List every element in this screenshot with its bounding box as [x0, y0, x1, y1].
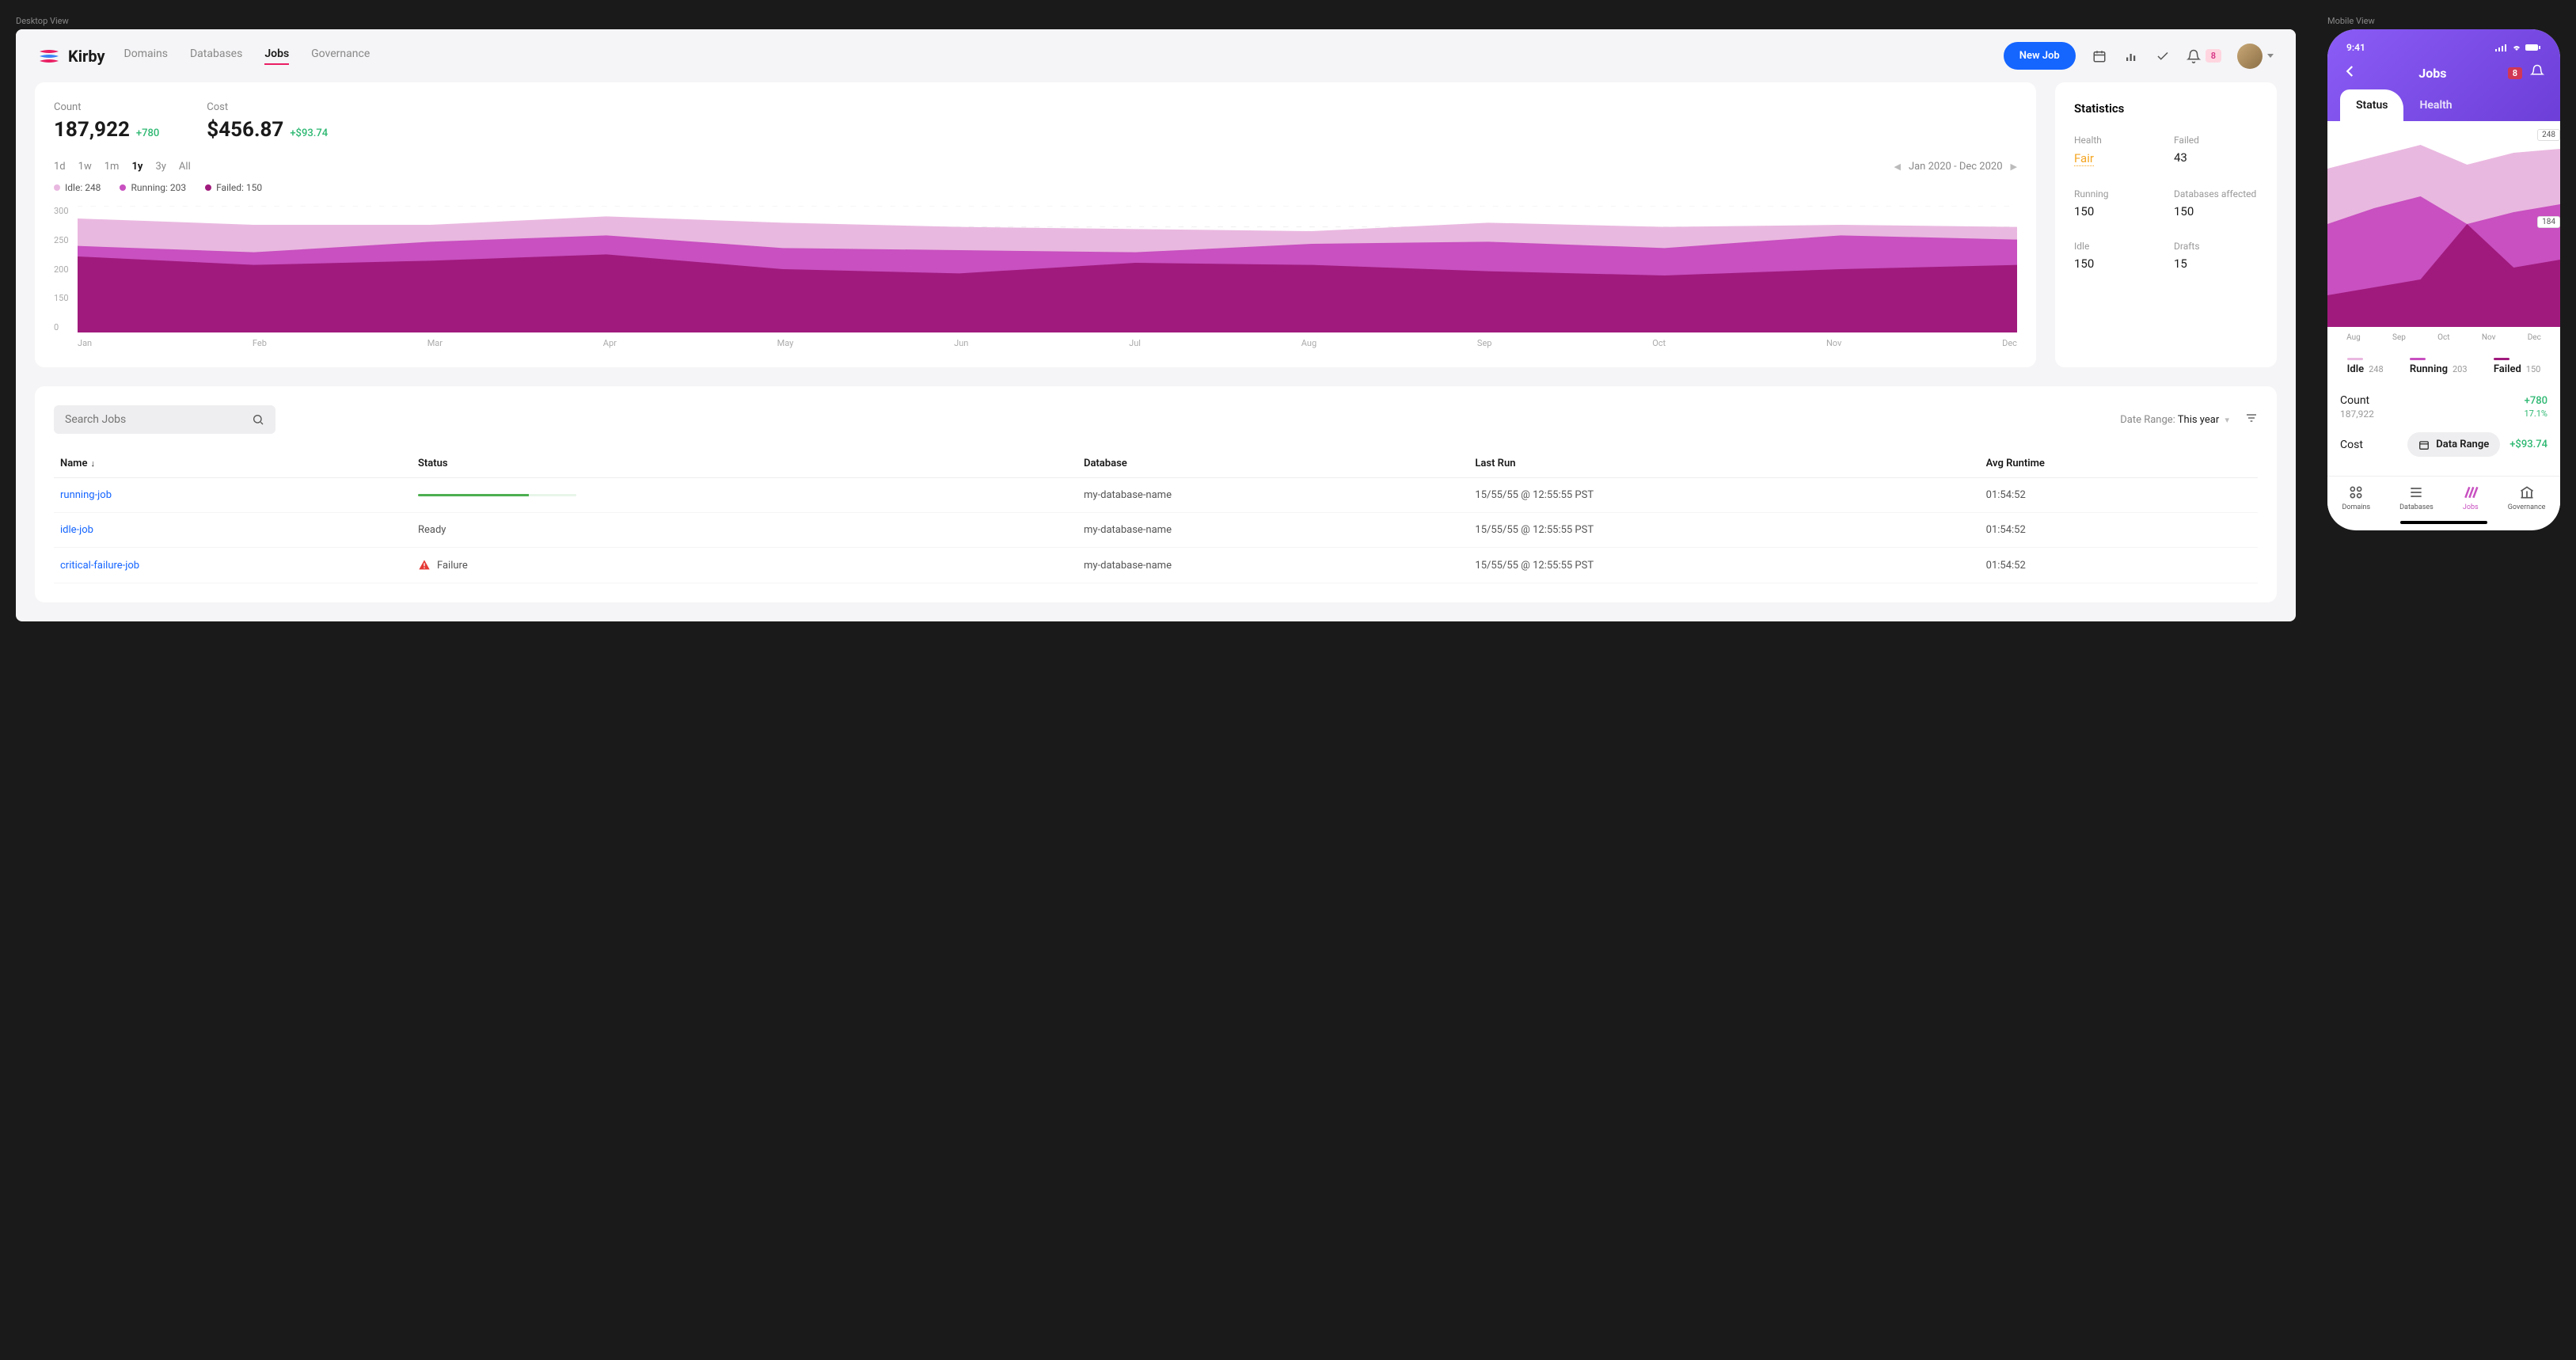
col-database[interactable]: Database — [1077, 450, 1468, 478]
legend-item: Idle248 — [2347, 358, 2384, 375]
table-row: critical-failure-job Failure my-database… — [54, 548, 2258, 583]
jobs-table: Name↓StatusDatabaseLast RunAvg Runtime r… — [54, 450, 2258, 583]
search-box[interactable] — [54, 405, 275, 434]
back-button[interactable] — [2343, 64, 2358, 82]
tab-status[interactable]: Status — [2340, 89, 2403, 121]
tabbar-jobs[interactable]: Jobs — [2463, 484, 2479, 511]
mobile-view-label: Mobile View — [2327, 16, 2560, 26]
jobs-table-card: Date Range: This year ▾ Name↓StatusDatab… — [35, 386, 2277, 602]
filter-icon[interactable] — [2245, 412, 2258, 427]
status-cell — [412, 478, 1077, 513]
stat-item: Idle150 — [2074, 241, 2158, 271]
stat-item: HealthFair — [2074, 135, 2158, 166]
range-tabs: 1d 1w 1m 1y 3y All — [54, 161, 191, 173]
job-link[interactable]: critical-failure-job — [60, 560, 139, 572]
notifications-button[interactable]: 8 — [2187, 49, 2221, 63]
range-1y[interactable]: 1y — [131, 161, 142, 173]
calendar-icon[interactable] — [2092, 48, 2107, 64]
topbar: Kirby Domains Databases Jobs Governance … — [16, 29, 2296, 82]
status-bar: 9:41 — [2340, 39, 2548, 56]
table-row: running-job my-database-name15/55/55 @ 1… — [54, 478, 2258, 513]
search-input[interactable] — [65, 413, 252, 426]
tabbar-databases[interactable]: Databases — [2399, 484, 2434, 511]
bell-icon[interactable] — [2530, 64, 2544, 82]
tab-health[interactable]: Health — [2403, 89, 2468, 121]
logo[interactable]: Kirby — [38, 47, 105, 66]
date-range-label: Jan 2020 - Dec 2020 — [1909, 161, 2003, 173]
page-title: Jobs — [2418, 66, 2446, 81]
range-all[interactable]: All — [179, 161, 191, 173]
range-1d[interactable]: 1d — [54, 161, 66, 173]
data-range-button[interactable]: Data Range — [2407, 432, 2500, 457]
stats-title: Statistics — [2074, 101, 2258, 116]
wifi-icon — [2511, 44, 2522, 51]
stat-item: Drafts15 — [2174, 241, 2258, 271]
chart-icon[interactable] — [2123, 48, 2139, 64]
col-last-run[interactable]: Last Run — [1468, 450, 1979, 478]
checkmark-icon[interactable] — [2155, 48, 2171, 64]
status-cell: Failure — [412, 548, 1077, 583]
user-menu[interactable] — [2237, 44, 2274, 69]
mobile-frame: 9:41 Jobs 8 Status Health — [2327, 29, 2560, 530]
stat-item: Failed43 — [2174, 135, 2258, 166]
nav-jobs[interactable]: Jobs — [264, 47, 289, 65]
chevron-down-icon — [2267, 54, 2274, 58]
mobile-tabbar: Domains Databases Jobs Governance — [2327, 476, 2560, 518]
date-next-button[interactable]: ▶ — [2011, 161, 2017, 172]
legend-item: Failed150 — [2494, 358, 2541, 375]
metric-count: Count 187,922 +780 — [54, 101, 159, 142]
stat-item: Databases affected150 — [2174, 188, 2258, 218]
chart-max-label: 248 — [2537, 129, 2560, 141]
nav-databases[interactable]: Databases — [190, 47, 242, 65]
count-value: 187,922 — [54, 118, 130, 142]
cost-delta: +$93.74 — [290, 127, 328, 139]
mobile-area-chart: 248 184 — [2327, 121, 2560, 327]
logo-icon — [38, 48, 60, 64]
metric-cost: Cost $456.87 +$93.74 — [207, 101, 328, 142]
range-1m[interactable]: 1m — [104, 161, 120, 173]
job-link[interactable]: idle-job — [60, 524, 93, 536]
legend-item: Running203 — [2410, 358, 2468, 375]
bell-icon — [2187, 49, 2201, 63]
chevron-down-icon: ▾ — [2225, 415, 2229, 425]
chart-legend: Idle: 248 Running: 203 Failed: 150 — [54, 182, 2017, 193]
area-chart: 3002502001500 JanFebMarAprMayJunJulAugSe… — [54, 206, 2017, 348]
alert-icon — [418, 559, 431, 572]
home-indicator — [2400, 521, 2487, 524]
tabbar-governance[interactable]: Governance — [2508, 484, 2546, 511]
cost-value: $456.87 — [207, 118, 283, 142]
stat-item: Running150 — [2074, 188, 2158, 218]
col-status[interactable]: Status — [412, 450, 1077, 478]
new-job-button[interactable]: New Job — [2004, 42, 2076, 70]
battery-icon — [2525, 44, 2541, 51]
chart-card: Count 187,922 +780 Cost $456.87 +$93.74 — [35, 82, 2036, 367]
col-avg-runtime[interactable]: Avg Runtime — [1980, 450, 2258, 478]
table-row: idle-job Ready my-database-name15/55/55 … — [54, 513, 2258, 548]
date-range-filter[interactable]: Date Range: This year ▾ — [2120, 414, 2229, 426]
nav-governance[interactable]: Governance — [311, 47, 370, 65]
signal-icon — [2495, 44, 2508, 51]
logo-text: Kirby — [68, 47, 105, 66]
mobile-metric-count: Count 187,922 +780 17.1% — [2340, 388, 2548, 426]
col-name[interactable]: Name↓ — [54, 450, 412, 478]
avatar — [2237, 44, 2263, 69]
range-1w[interactable]: 1w — [78, 161, 92, 173]
tabbar-domains[interactable]: Domains — [2342, 484, 2371, 511]
status-cell: Ready — [412, 513, 1077, 548]
notif-badge: 8 — [2508, 67, 2522, 79]
count-delta: +780 — [136, 127, 159, 139]
date-prev-button[interactable]: ◀ — [1894, 161, 1900, 172]
chart-mid-label: 184 — [2537, 216, 2560, 228]
desktop-frame: Kirby Domains Databases Jobs Governance … — [16, 29, 2296, 621]
search-icon — [252, 413, 264, 426]
nav-domains[interactable]: Domains — [124, 47, 168, 65]
notif-badge: 8 — [2206, 49, 2221, 63]
stats-card: Statistics HealthFair Failed43 Running150 D… — [2055, 82, 2277, 367]
range-3y[interactable]: 3y — [155, 161, 165, 173]
calendar-icon — [2418, 439, 2430, 450]
main-nav: Domains Databases Jobs Governance — [124, 47, 370, 65]
desktop-view-label: Desktop View — [16, 16, 2296, 26]
job-link[interactable]: running-job — [60, 489, 112, 501]
